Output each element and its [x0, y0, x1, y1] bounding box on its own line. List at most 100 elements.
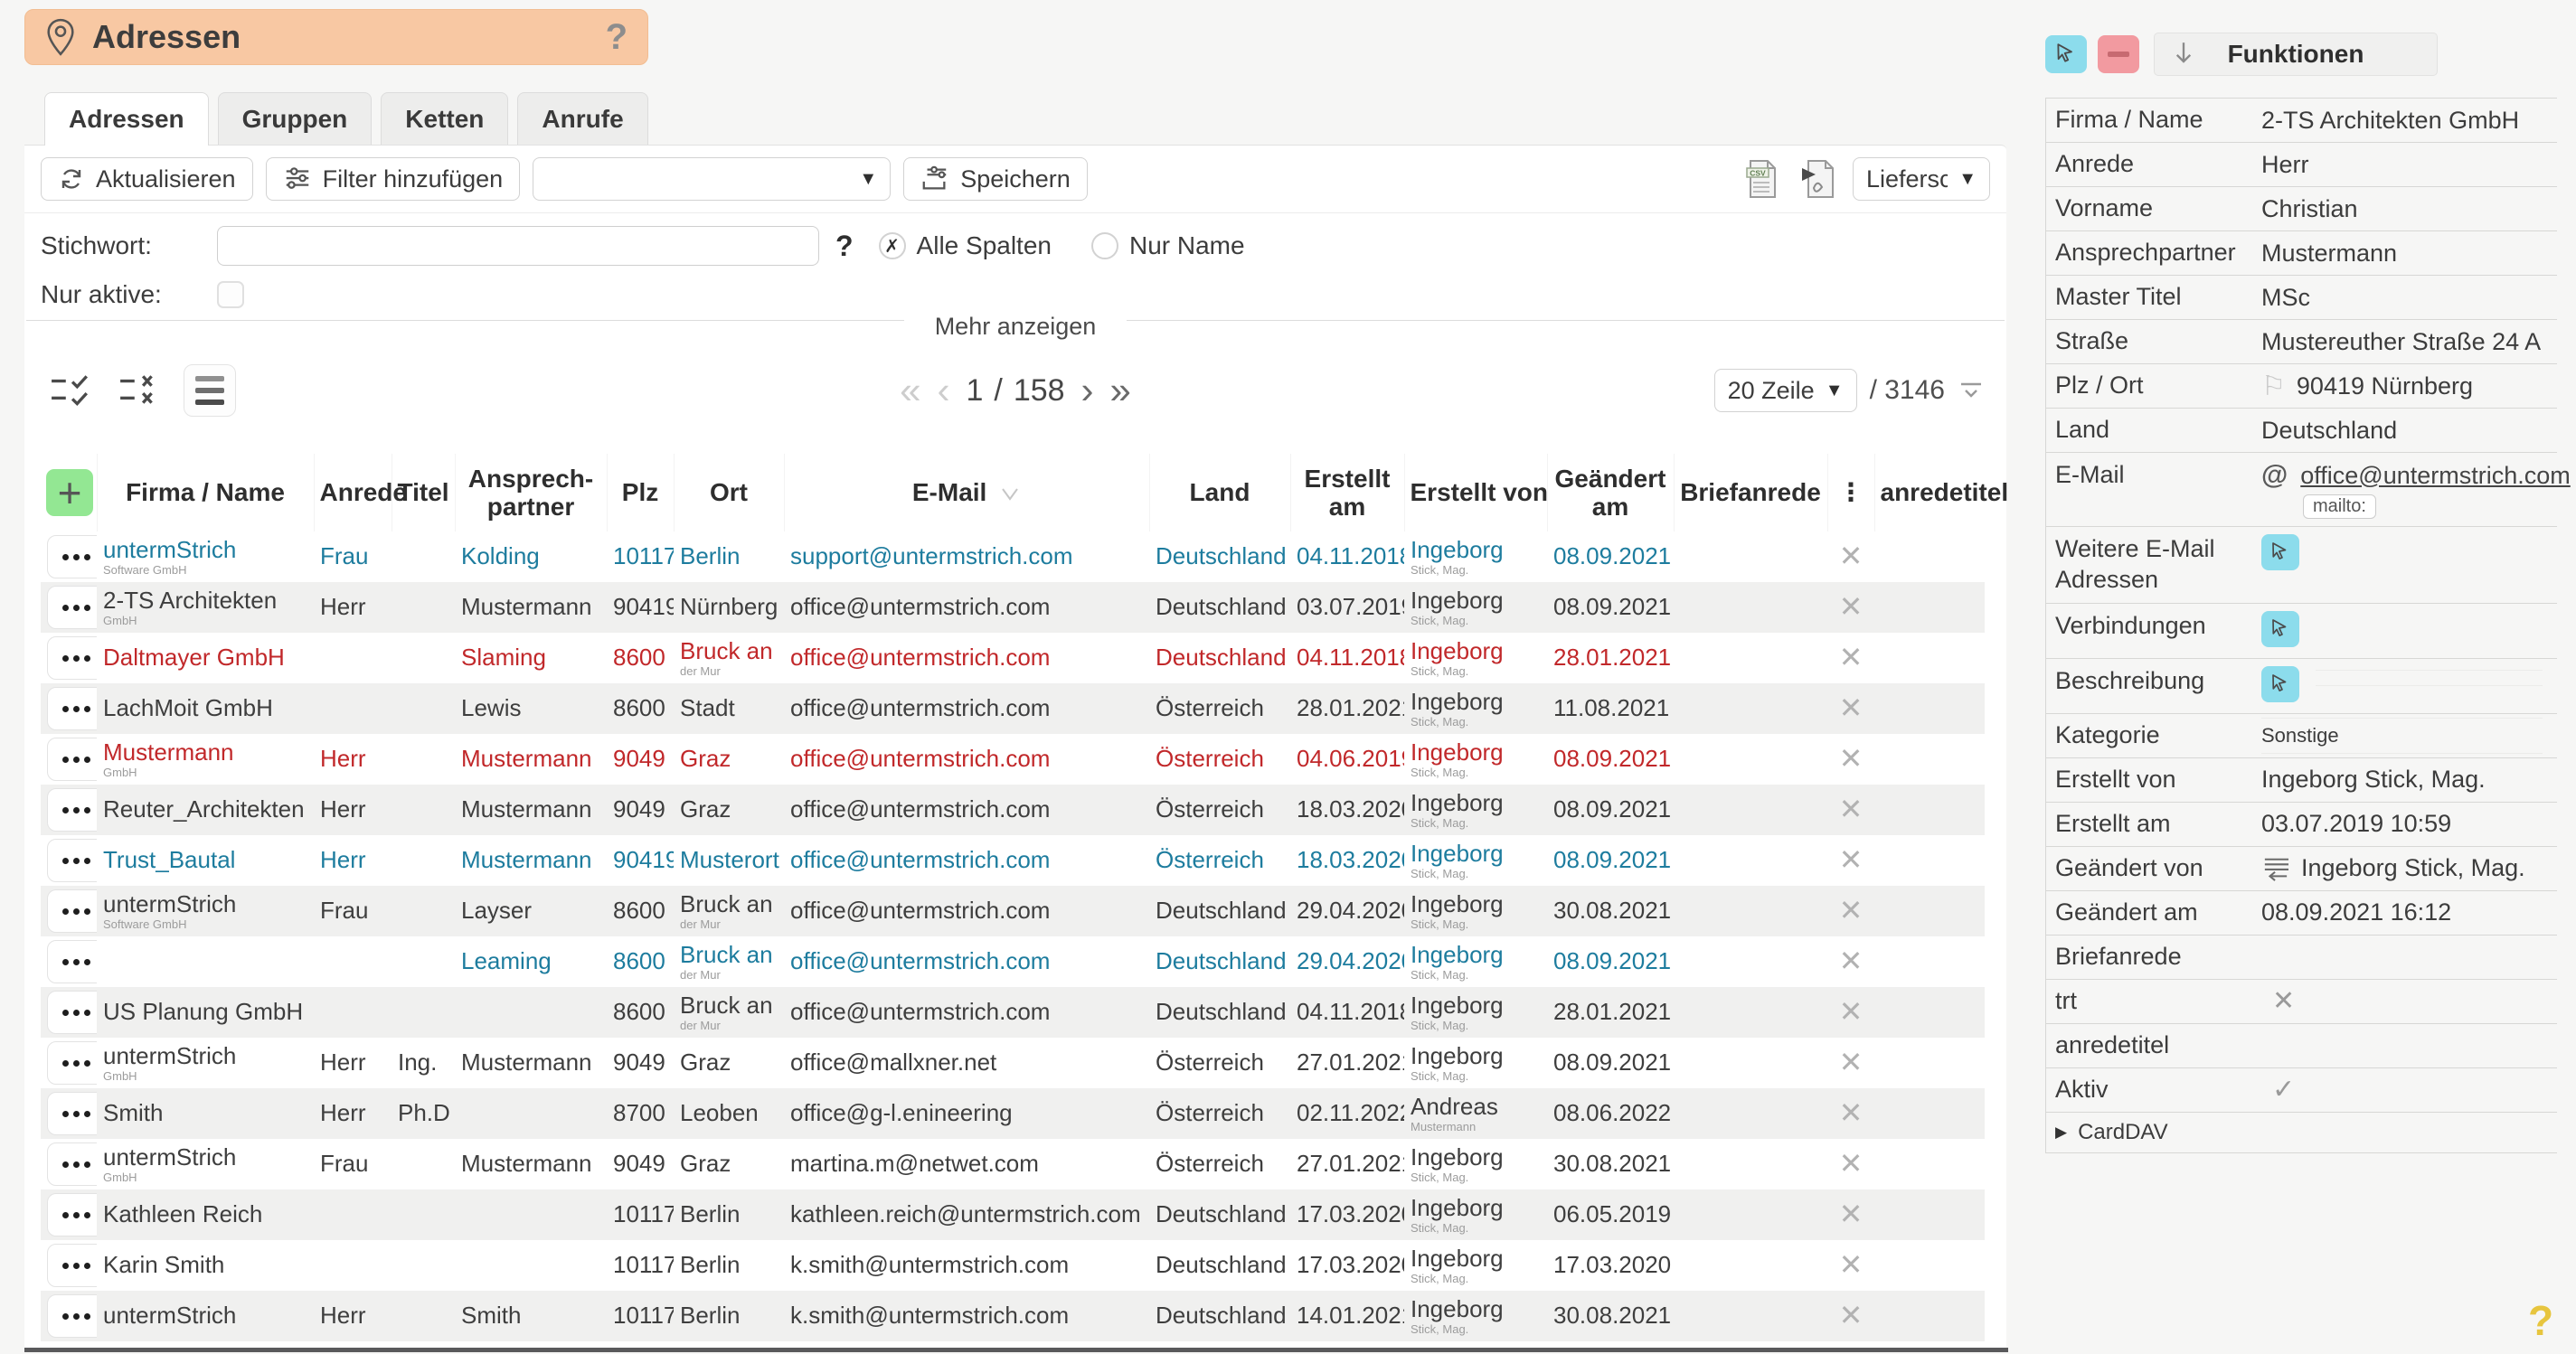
- active-only-checkbox[interactable]: [217, 281, 244, 308]
- col-header-erstellt-am[interactable]: Erstellt am: [1290, 454, 1404, 531]
- table-row[interactable]: untermStrichGmbHHerrIng.Mustermann9049Gr…: [41, 1038, 1985, 1088]
- export-pdf-button[interactable]: [1797, 158, 1840, 200]
- row-actions-button[interactable]: [47, 535, 97, 578]
- table-row[interactable]: Leaming8600Bruck ander Muroffice@unterms…: [41, 936, 1985, 987]
- first-page-button[interactable]: «: [900, 371, 920, 409]
- remove-record-button[interactable]: [2098, 35, 2139, 73]
- table-row[interactable]: Trust_BautalHerrMustermann90419Musterort…: [41, 835, 1985, 886]
- collapse-icon[interactable]: [1958, 380, 1985, 401]
- col-header-ansprechpartner[interactable]: Ansprech-partner: [455, 454, 607, 531]
- saved-filter-select[interactable]: ▼: [533, 157, 891, 201]
- select-record-button[interactable]: [2045, 35, 2087, 73]
- tab-anrufe[interactable]: Anrufe: [517, 92, 647, 145]
- sidebar-help-icon[interactable]: ?: [2528, 1296, 2553, 1345]
- horizontal-scrollbar[interactable]: [24, 1348, 2008, 1352]
- table-row[interactable]: Daltmayer GmbHSlaming8600Bruck ander Mur…: [41, 633, 1985, 683]
- row-actions-button[interactable]: [47, 940, 97, 983]
- search-help-icon[interactable]: ?: [835, 230, 854, 263]
- prev-page-button[interactable]: ‹: [937, 371, 949, 409]
- row-actions-button[interactable]: [47, 1244, 97, 1287]
- export-csv-button[interactable]: CSV: [1741, 158, 1784, 200]
- open-detail-button[interactable]: [2261, 534, 2299, 570]
- col-header-anredetitel[interactable]: anredetitel: [1874, 454, 1985, 531]
- save-button[interactable]: Speichern: [903, 157, 1088, 201]
- row-actions-button[interactable]: [47, 839, 97, 882]
- option-only-name[interactable]: Nur Name: [1091, 231, 1245, 260]
- deselect-all-button[interactable]: [115, 373, 164, 408]
- table-row[interactable]: Kathleen Reich10117Berlinkathleen.reich@…: [41, 1189, 1985, 1240]
- clear-icon[interactable]: ✕: [1839, 843, 1864, 876]
- tab-gruppen[interactable]: Gruppen: [218, 92, 373, 145]
- clear-icon[interactable]: ✕: [1839, 793, 1864, 825]
- col-header-ort[interactable]: Ort: [674, 454, 784, 531]
- col-header-briefanrede[interactable]: Briefanrede: [1674, 454, 1827, 531]
- table-row[interactable]: untermStrichGmbHFrauMustermann9049Grazma…: [41, 1139, 1985, 1189]
- tab-adressen[interactable]: Adressen: [44, 92, 209, 146]
- table-row[interactable]: untermStrichHerrSmith10117Berlink.smith@…: [41, 1291, 1985, 1341]
- functions-button[interactable]: Funktionen: [2154, 33, 2438, 76]
- row-actions-button[interactable]: [47, 1092, 97, 1135]
- row-actions-button[interactable]: [47, 788, 97, 832]
- col-header-row-menu[interactable]: ⋮: [1827, 454, 1874, 531]
- select-all-button[interactable]: [46, 373, 95, 408]
- table-row[interactable]: SmithHerrPh.D8700Leobenoffice@g-l.eninee…: [41, 1088, 1985, 1139]
- rows-per-page-select[interactable]: 20 Zeilen ▼: [1714, 369, 1857, 412]
- add-address-button[interactable]: +: [46, 469, 93, 516]
- table-row[interactable]: 2-TS ArchitektenGmbHHerrMustermann90419N…: [41, 582, 1985, 633]
- col-header-geaendert-am[interactable]: Geändert am: [1547, 454, 1674, 531]
- table-row[interactable]: Reuter_ArchitektenHerrMustermann9049Graz…: [41, 785, 1985, 835]
- mailto-badge[interactable]: mailto:: [2303, 494, 2376, 519]
- open-detail-button[interactable]: [2261, 611, 2299, 647]
- table-row[interactable]: untermStrichSoftware GmbHFrauKolding1011…: [41, 531, 1985, 582]
- tab-ketten[interactable]: Ketten: [381, 92, 508, 145]
- col-header-email[interactable]: E-Mail: [784, 454, 1149, 531]
- row-actions-button[interactable]: [47, 1294, 97, 1338]
- detail-expander-carddav[interactable]: ▶ CardDAV: [2046, 1113, 2557, 1153]
- clear-icon[interactable]: ✕: [1839, 540, 1864, 572]
- clear-icon[interactable]: ✕: [1839, 945, 1864, 977]
- keyword-input[interactable]: [217, 226, 819, 266]
- page-help-icon[interactable]: ?: [606, 17, 627, 58]
- row-actions-button[interactable]: [47, 1041, 97, 1085]
- last-page-button[interactable]: »: [1110, 371, 1131, 409]
- option-all-columns[interactable]: ✗ Alle Spalten: [879, 231, 1052, 260]
- col-header-firma-name[interactable]: Firma / Name: [97, 454, 314, 531]
- row-actions-button[interactable]: [47, 687, 97, 730]
- list-view-button[interactable]: [184, 364, 236, 417]
- open-detail-button[interactable]: [2261, 666, 2299, 702]
- clear-icon[interactable]: ✕: [1839, 995, 1864, 1028]
- table-row[interactable]: MustermannGmbHHerrMustermann9049Grazoffi…: [41, 734, 1985, 785]
- clear-icon[interactable]: ✕: [1839, 1147, 1864, 1180]
- refresh-button[interactable]: Aktualisieren: [41, 157, 253, 201]
- row-actions-button[interactable]: [47, 586, 97, 629]
- col-header-land[interactable]: Land: [1149, 454, 1290, 531]
- row-actions-button[interactable]: [47, 889, 97, 933]
- clear-icon[interactable]: ✕: [1839, 1248, 1864, 1281]
- table-row[interactable]: LachMoit GmbHLewis8600Stadtoffice@unterm…: [41, 683, 1985, 734]
- row-actions-button[interactable]: [47, 1193, 97, 1236]
- clear-icon[interactable]: ✕: [1839, 742, 1864, 775]
- clear-icon[interactable]: ✕: [1839, 691, 1864, 724]
- clear-icon[interactable]: ✕: [1839, 894, 1864, 926]
- col-header-plz[interactable]: Plz: [607, 454, 674, 531]
- next-page-button[interactable]: ›: [1081, 371, 1094, 409]
- email-link[interactable]: office@untermstrich.com: [2300, 462, 2571, 490]
- col-header-titel[interactable]: Titel: [392, 454, 455, 531]
- table-row[interactable]: untermStrichSoftware GmbHFrauLayser8600B…: [41, 886, 1985, 936]
- clear-icon[interactable]: ✕: [1839, 1096, 1864, 1129]
- clear-icon[interactable]: ✕: [1839, 590, 1864, 623]
- clear-icon[interactable]: ✕: [1839, 1198, 1864, 1230]
- report-select[interactable]: Lieferschein ▼: [1853, 157, 1990, 201]
- clear-icon[interactable]: ✕: [1839, 1299, 1864, 1331]
- row-actions-button[interactable]: [47, 636, 97, 680]
- col-header-anrede[interactable]: Anrede: [314, 454, 392, 531]
- detail-value-editable[interactable]: Sonstige: [2261, 718, 2543, 754]
- clear-icon[interactable]: ✕: [1839, 1046, 1864, 1078]
- clear-icon[interactable]: ✕: [1839, 641, 1864, 673]
- row-actions-button[interactable]: [47, 991, 97, 1034]
- row-actions-button[interactable]: [47, 1142, 97, 1186]
- row-actions-button[interactable]: [47, 738, 97, 781]
- table-row[interactable]: US Planung GmbH8600Bruck ander Muroffice…: [41, 987, 1985, 1038]
- add-filter-button[interactable]: Filter hinzufügen: [266, 157, 521, 201]
- table-row[interactable]: Karin Smith10117Berlink.smith@untermstri…: [41, 1240, 1985, 1291]
